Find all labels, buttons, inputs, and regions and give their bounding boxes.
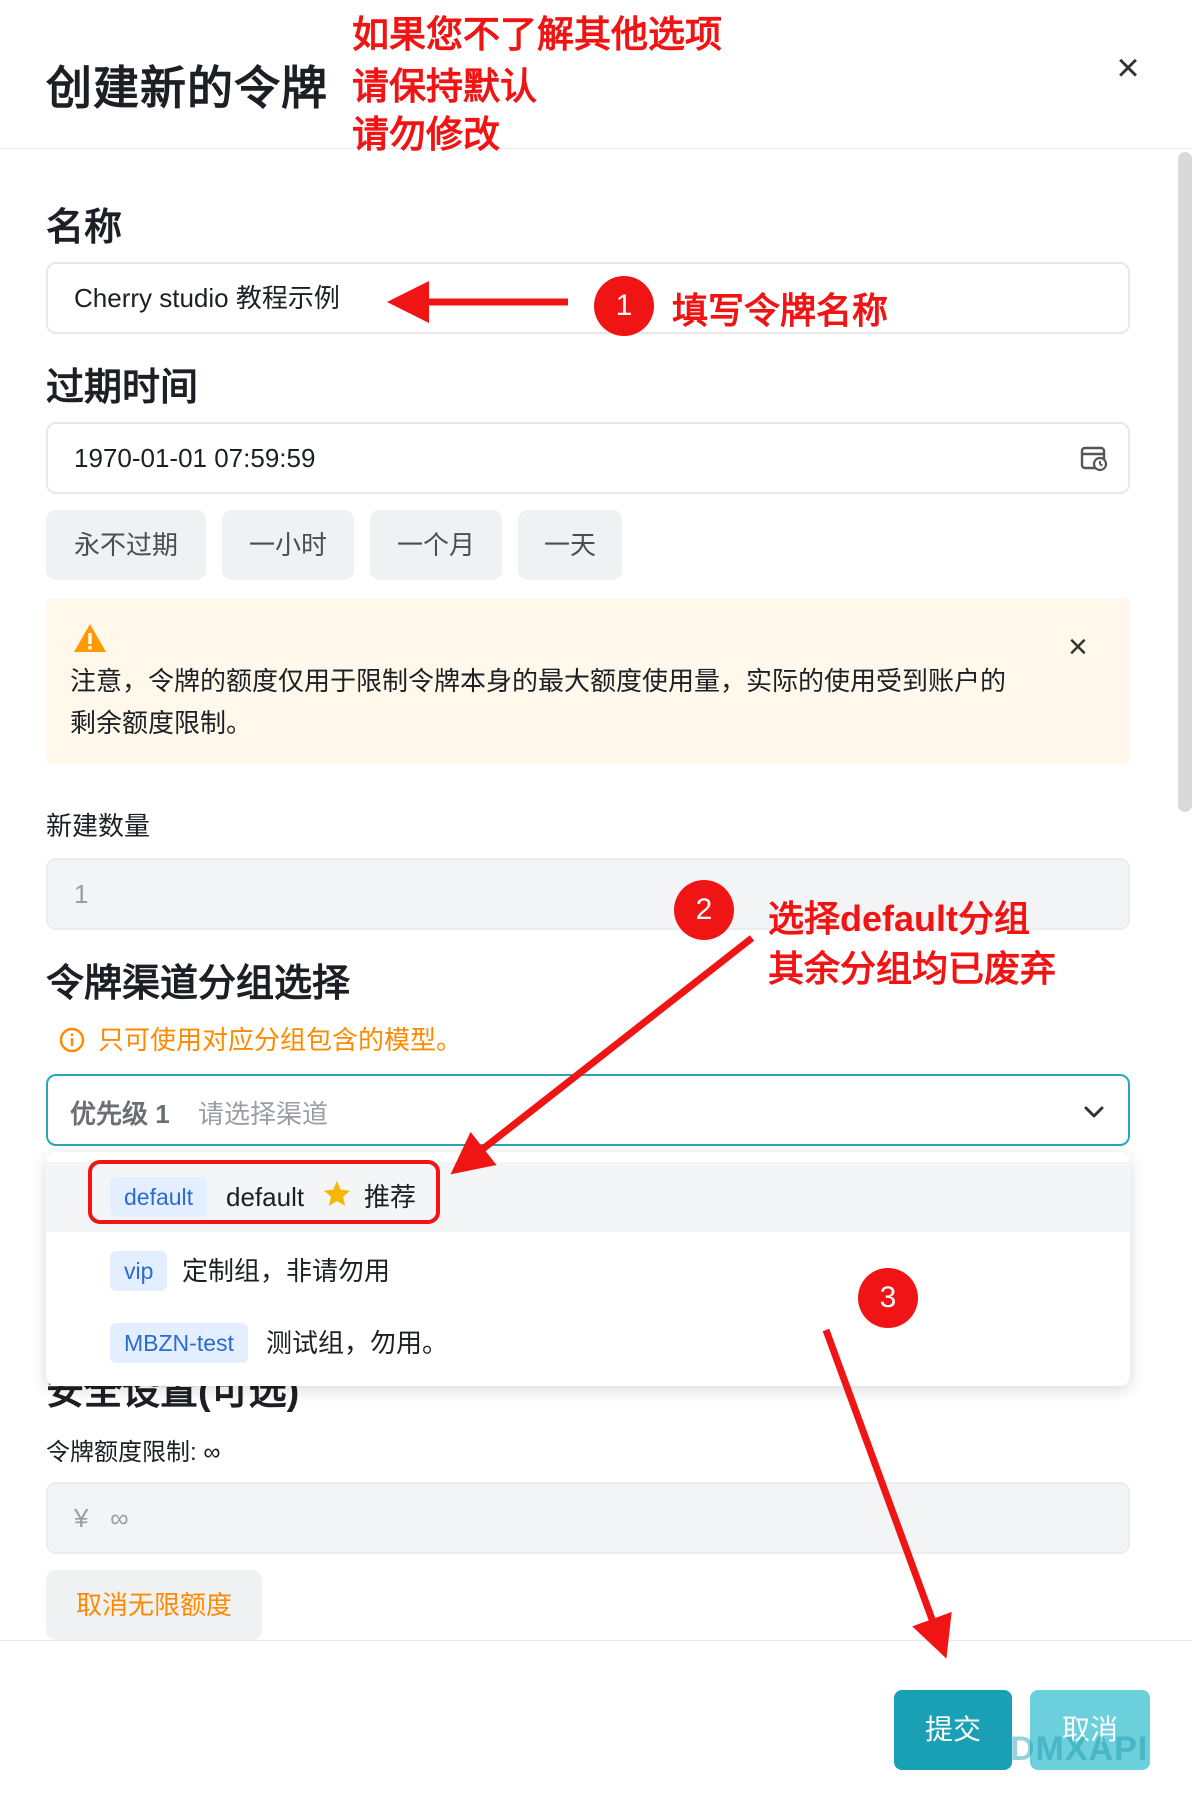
select-placeholder: 请选择渠道 [198,1099,329,1129]
dropdown-option-mbzn-test[interactable]: MBZN-test 测试组，勿用。 [46,1308,1130,1378]
currency-prefix: ¥ [74,1503,89,1533]
chevron-down-icon[interactable] [1082,1100,1106,1129]
annotation-badge-1: 1 [594,276,654,336]
token-name-input[interactable]: Cherry studio 教程示例 [46,262,1130,334]
annotation-note-2-line-2: 其余分组均已废弃 [768,948,1057,989]
close-icon[interactable]: × [1108,48,1148,88]
expire-one-month-button[interactable]: 一个月 [370,510,502,580]
warning-text: 注意，令牌的额度仅用于限制令牌本身的最大额度使用量，实际的使用受到账户的剩余额度… [70,666,1007,738]
info-circle-icon [58,1026,86,1059]
dropdown-option-vip[interactable]: vip 定制组，非请勿用 [46,1236,1130,1306]
quota-input[interactable]: ¥ ∞ [46,1482,1130,1554]
submit-button[interactable]: 提交 [894,1690,1012,1770]
expire-never-button[interactable]: 永不过期 [46,510,206,580]
annotation-badge-2: 2 [674,880,734,940]
expire-one-hour-button[interactable]: 一小时 [222,510,354,580]
expire-section-title: 过期时间 [46,367,199,409]
close-icon[interactable]: × [1068,628,1088,667]
annotation-note-2-line-1: 选择default分组 [768,898,1031,939]
warning-triangle-icon [72,622,108,659]
option-text: 测试组，勿用。 [266,1328,449,1358]
annotation-badge-3: 3 [858,1268,918,1328]
group-tag: vip [110,1251,168,1291]
count-label: 新建数量 [46,811,151,841]
option-text: 定制组，非请勿用 [182,1256,391,1286]
group-tag: MBZN-test [110,1323,248,1363]
group-section-title: 令牌渠道分组选择 [46,963,351,1005]
name-section-title: 名称 [46,207,123,249]
annotation-top-line-1: 如果您不了解其他选项 [352,14,722,55]
annotation-top-line-3: 请勿修改 [352,114,500,155]
scrollbar[interactable] [1178,152,1192,812]
priority-label: 优先级 1 [70,1099,170,1129]
annotation-top-line-2: 请保持默认 [352,66,537,107]
quota-value: ∞ [110,1503,129,1533]
cancel-unlimited-button[interactable]: 取消无限额度 [46,1570,262,1640]
annotation-note-1: 填写令牌名称 [672,290,889,331]
expire-time-input[interactable]: 1970-01-01 07:59:59 [46,422,1130,494]
expire-one-day-button[interactable]: 一天 [518,510,622,580]
watermark-logo: DMXAPI [1010,1730,1149,1768]
group-hint-text: 只可使用对应分组包含的模型。 [98,1025,463,1055]
modal-footer [0,1640,1192,1809]
modal-title: 创建新的令牌 [46,62,328,114]
calendar-icon[interactable] [1080,444,1108,472]
quota-limit-label: 令牌额度限制: ∞ [46,1439,221,1466]
annotation-highlight-box [88,1160,440,1224]
